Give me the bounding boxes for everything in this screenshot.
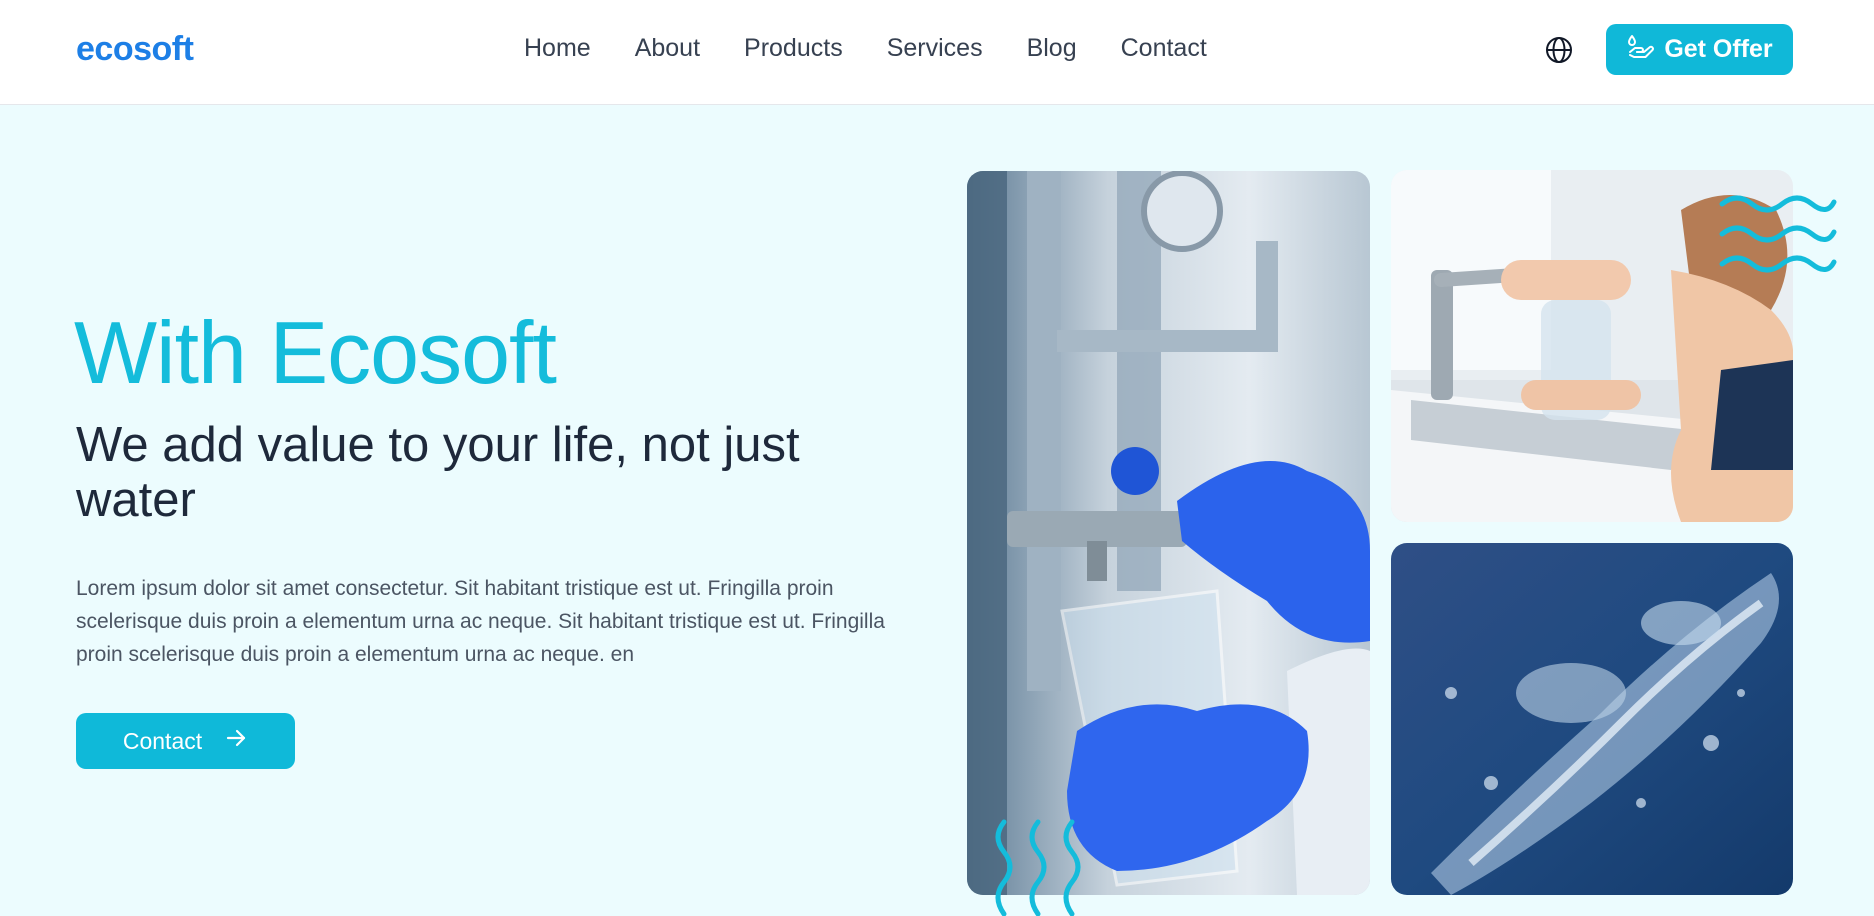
nav-item-products[interactable]: Products bbox=[744, 34, 843, 63]
brand-logo[interactable]: ecosoft bbox=[76, 30, 194, 69]
wave-decoration-icon bbox=[1718, 190, 1838, 280]
nav-item-about[interactable]: About bbox=[635, 34, 700, 63]
nav-item-contact[interactable]: Contact bbox=[1121, 34, 1207, 63]
contact-button-label: Contact bbox=[122, 727, 203, 754]
nav-item-blog[interactable]: Blog bbox=[1027, 34, 1077, 63]
nav-item-services[interactable]: Services bbox=[887, 34, 983, 63]
get-offer-button[interactable]: Get Offer bbox=[1606, 24, 1793, 75]
lab-water-tap-image bbox=[967, 171, 1370, 895]
contact-button[interactable]: Contact bbox=[76, 713, 295, 769]
hero-description: Lorem ipsum dolor sit amet consectetur. … bbox=[76, 577, 885, 666]
arrow-right-icon bbox=[224, 726, 248, 756]
site-header: ecosoft Home About Products Services Blo… bbox=[0, 0, 1874, 105]
get-offer-label: Get Offer bbox=[1664, 35, 1773, 63]
wave-decoration-icon bbox=[990, 818, 1090, 916]
hero-subtitle: We add value to your life, not just wate… bbox=[76, 418, 800, 527]
hand-drop-icon bbox=[1626, 32, 1655, 67]
water-splash-image bbox=[1391, 543, 1793, 895]
main-nav: Home About Products Services Blog Contac… bbox=[524, 34, 1207, 63]
hero-title: With Ecosoft bbox=[74, 303, 557, 402]
nav-item-home[interactable]: Home bbox=[524, 34, 591, 63]
globe-icon[interactable] bbox=[1545, 36, 1573, 64]
